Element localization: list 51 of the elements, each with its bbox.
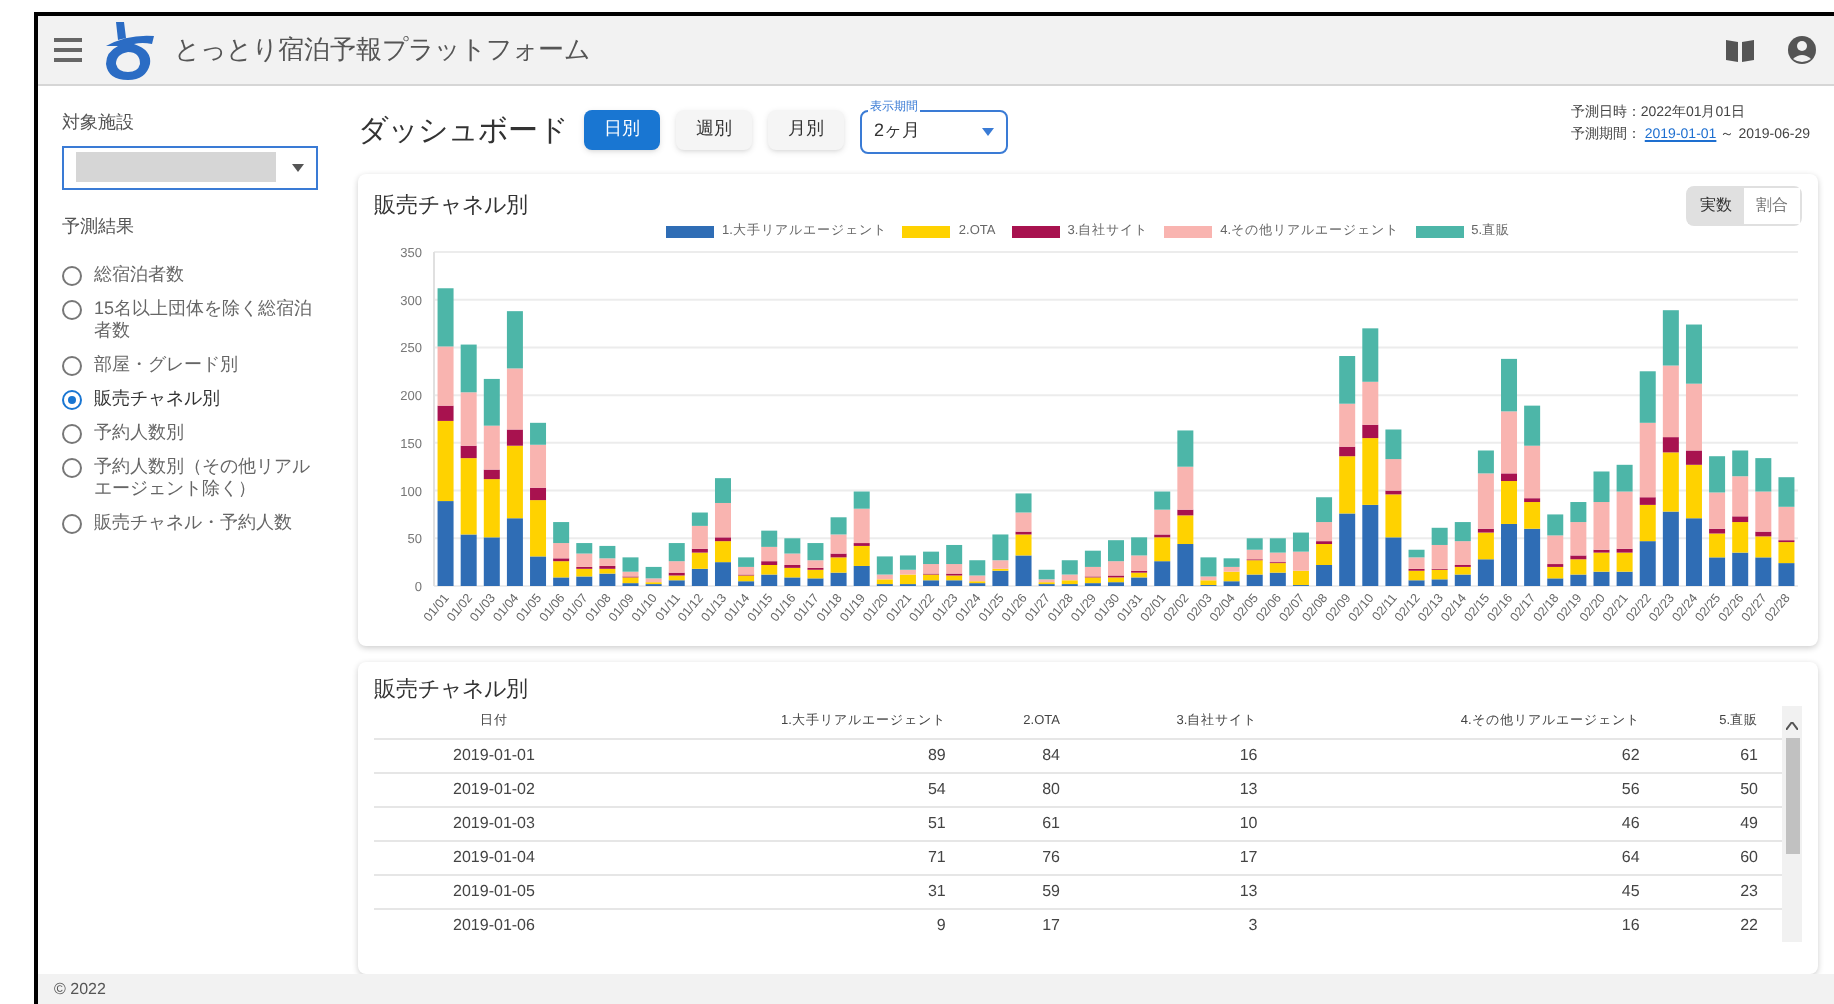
radio-label: 販売チャネル・予約人数 <box>94 512 292 534</box>
table-cell: 49 <box>1663 806 1782 841</box>
table-cell: 13 <box>1083 874 1282 909</box>
table-cell: 2019-01-01 <box>374 738 614 773</box>
copyright-text: © 2022 <box>54 977 106 1001</box>
table-cell: 51 <box>614 806 970 841</box>
app-title: とっとり宿泊予報プラットフォーム <box>174 32 590 69</box>
section-label: 予測結果 <box>62 213 136 239</box>
table-cell: 2019-01-04 <box>374 840 614 875</box>
table-cell: 13 <box>1083 772 1282 807</box>
table-cell: 3 <box>1083 908 1282 943</box>
table-cell: 50 <box>1663 772 1782 807</box>
table-cell: 31 <box>614 874 970 909</box>
table-cell: 17 <box>1083 840 1282 875</box>
table-cell: 61 <box>1663 738 1782 773</box>
table-cell: 16 <box>1281 908 1664 943</box>
table-cell: 23 <box>1663 874 1782 909</box>
table-cell: 80 <box>969 772 1084 807</box>
table-cell: 61 <box>969 806 1084 841</box>
table-cell: 22 <box>1663 908 1782 943</box>
table-cell: 2019-01-02 <box>374 772 614 807</box>
table-cell: 84 <box>969 738 1084 773</box>
radio-label: 総宿泊者数 <box>94 264 184 286</box>
table-cell: 2019-01-03 <box>374 806 614 841</box>
card-title: 販売チャネル別 <box>374 675 530 706</box>
table-cell: 89 <box>614 738 970 773</box>
table-cell: 46 <box>1281 806 1664 841</box>
table-cell: 76 <box>969 840 1084 875</box>
table-cell: 54 <box>614 772 970 807</box>
select-value: 2ヶ月 <box>874 118 921 145</box>
table-cell: 10 <box>1083 806 1282 841</box>
radio-label: 15名以上団体を除く総宿泊者数 <box>94 298 315 342</box>
card-title: 販売チャネル別 <box>374 191 528 222</box>
field-label: 対象施設 <box>62 110 136 136</box>
table-cell: 60 <box>1663 840 1782 875</box>
table-cell: 71 <box>614 840 970 875</box>
table-cell: 16 <box>1083 738 1282 773</box>
table-cell: 62 <box>1281 738 1664 773</box>
page-title: ダッシュボード <box>358 112 568 152</box>
table-cell: 45 <box>1281 874 1664 909</box>
radio-label: 予約人数別（その他リアルエージェント除く） <box>94 456 312 500</box>
table-cell: 17 <box>969 908 1084 943</box>
table-cell: 59 <box>969 874 1084 909</box>
table-cell: 64 <box>1281 840 1664 875</box>
table-cell: 56 <box>1281 772 1664 807</box>
radio-label: 予約人数別 <box>94 422 184 444</box>
table-cell: 2019-01-06 <box>374 908 614 943</box>
table-cell: 2019-01-05 <box>374 874 614 909</box>
table-cell: 9 <box>614 908 970 943</box>
radio-label: 部屋・グレード別 <box>94 354 238 376</box>
radio-label: 販売チャネル別 <box>94 388 220 410</box>
